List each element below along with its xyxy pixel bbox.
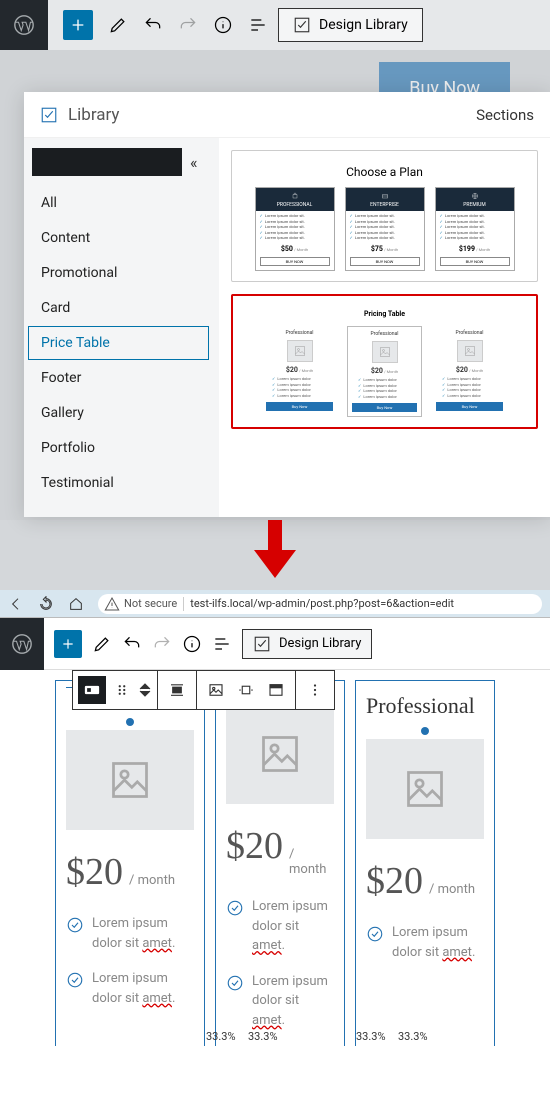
column-width-percent: 33.3% (248, 1030, 278, 1043)
wp-logo-bottom[interactable] (0, 618, 44, 670)
image-button[interactable] (202, 676, 230, 704)
category-content[interactable]: Content (28, 221, 209, 255)
drag-handle-icon[interactable] (108, 676, 136, 704)
address-bar[interactable]: Not secure test-ilfs.local/wp-admin/post… (98, 594, 542, 614)
price-column-3[interactable]: Professional $20 / month Lorem ipsum dolo… (355, 680, 495, 1046)
column-width-percent: 33.3% (356, 1030, 386, 1043)
redo-icon-bottom[interactable] (152, 634, 172, 654)
template-pricing-table[interactable]: Pricing Table Professional $20 / Month L… (231, 294, 538, 429)
edit-icon-bottom[interactable] (92, 634, 112, 654)
back-icon[interactable] (8, 596, 24, 612)
design-library-button-bottom[interactable]: Design Library (242, 629, 372, 659)
url-text: test-ilfs.local/wp-admin/post.php?post=6… (184, 597, 460, 610)
plan-card: ENTERPRISE Lorem ipsum dolor sit.Lorem i… (345, 187, 425, 271)
plan-card: PROFESSIONAL Lorem ipsum dolor sit.Lorem… (255, 187, 335, 271)
block-toolbar[interactable] (72, 670, 335, 710)
design-library-label: Design Library (319, 17, 408, 33)
template1-title: Choose a Plan (242, 165, 527, 179)
category-portfolio[interactable]: Portfolio (28, 431, 209, 465)
not-secure-label: Not secure (124, 597, 177, 610)
collapse-icon[interactable]: « (190, 153, 198, 172)
image-placeholder-icon[interactable] (226, 704, 334, 804)
reload-icon[interactable] (38, 596, 54, 612)
resize-handle-icon[interactable] (421, 727, 429, 735)
outline-icon[interactable] (248, 15, 268, 35)
feature-item[interactable]: Lorem ipsum dolor sit amet. (66, 914, 194, 953)
image-placeholder-icon[interactable] (366, 739, 484, 839)
feature-item[interactable]: Lorem ipsum dolor sit amet. (226, 972, 334, 1031)
price-column-1[interactable]: $20 / month Lorem ipsum dolor sit amet. L… (55, 680, 205, 1046)
library-header: Library Sections (24, 92, 550, 138)
align-button[interactable] (163, 676, 191, 704)
add-block-button-bottom[interactable] (54, 630, 82, 658)
feature-item[interactable]: Lorem ipsum dolor sit amet. (66, 969, 194, 1008)
more-options-button[interactable] (301, 676, 329, 704)
column-width-percent: 33.3% (398, 1030, 428, 1043)
plan-card: Professional $20 / Month Lorem ipsum dol… (432, 326, 507, 417)
plan-card: PREMIUM Lorem ipsum dolor sit.Lorem ipsu… (435, 187, 515, 271)
undo-icon-bottom[interactable] (122, 634, 142, 654)
price-value: $20 (226, 824, 283, 868)
library-sidebar: « All Content Promotional Card Price Tab… (24, 138, 219, 517)
price-period: / month (289, 847, 334, 877)
column-width-percent: 33.3% (206, 1030, 236, 1043)
bottom-panel: Not secure test-ilfs.local/wp-admin/post… (0, 590, 550, 1099)
design-library-button[interactable]: Design Library (278, 8, 423, 42)
top-panel: Design Library Buy Now Library Sections … (0, 0, 550, 520)
move-up-down[interactable] (139, 682, 151, 698)
edit-icon[interactable] (108, 15, 128, 35)
design-library-label-bottom: Design Library (279, 636, 361, 651)
column-title: Professional (366, 687, 484, 719)
wp-logo[interactable] (0, 0, 48, 50)
category-testimonial[interactable]: Testimonial (28, 466, 209, 500)
category-price-table[interactable]: Price Table (28, 326, 209, 360)
category-card[interactable]: Card (28, 291, 209, 325)
category-list: All Content Promotional Card Price Table… (28, 186, 209, 500)
library-search-input[interactable] (32, 148, 182, 176)
library-templates: Choose a Plan PROFESSIONAL Lorem ipsum d… (219, 138, 550, 517)
outline-icon-bottom[interactable] (212, 634, 232, 654)
add-block-button[interactable] (63, 10, 93, 40)
price-value: $20 (366, 859, 423, 903)
arrow-down-icon (250, 520, 300, 580)
wp-toolbar-bottom: Design Library (0, 618, 550, 670)
home-icon[interactable] (68, 596, 84, 612)
template-choose-plan[interactable]: Choose a Plan PROFESSIONAL Lorem ipsum d… (231, 150, 538, 282)
redo-icon[interactable] (178, 15, 198, 35)
category-footer[interactable]: Footer (28, 361, 209, 395)
wp-toolbar: Design Library (0, 0, 550, 50)
category-all[interactable]: All (28, 186, 209, 220)
feature-item[interactable]: Lorem ipsum dolor sit amet. (366, 923, 484, 962)
plan-card: Professional $20 / Month Lorem ipsum dol… (262, 326, 337, 417)
info-icon-bottom[interactable] (182, 634, 202, 654)
undo-icon[interactable] (143, 15, 163, 35)
price-value: $20 (66, 850, 123, 894)
block-editor[interactable]: $20/ month Lorem ipsum dolor sit amet. L… (0, 670, 550, 1046)
price-period: / month (129, 873, 175, 888)
image-placeholder-icon[interactable] (66, 730, 194, 830)
price-column-2[interactable]: $20/ month Lorem ipsum dolor sit amet. L… (215, 680, 345, 1046)
wide-width-button[interactable] (232, 676, 260, 704)
library-tab-sections[interactable]: Sections (476, 106, 534, 124)
block-type-button[interactable] (78, 676, 106, 704)
price-period: / month (429, 882, 475, 897)
category-gallery[interactable]: Gallery (28, 396, 209, 430)
library-title: Library (68, 105, 119, 125)
info-icon[interactable] (213, 15, 233, 35)
resize-handle-icon[interactable] (126, 718, 134, 726)
template2-title: Pricing Table (243, 310, 526, 318)
full-width-button[interactable] (262, 676, 290, 704)
category-promotional[interactable]: Promotional (28, 256, 209, 290)
plan-card: Professional $20 / Month Lorem ipsum dol… (347, 326, 422, 417)
feature-item[interactable]: Lorem ipsum dolor sit amet. (226, 897, 334, 956)
library-modal: Library Sections « All Content Promotion… (24, 92, 550, 517)
browser-bar: Not secure test-ilfs.local/wp-admin/post… (0, 590, 550, 618)
